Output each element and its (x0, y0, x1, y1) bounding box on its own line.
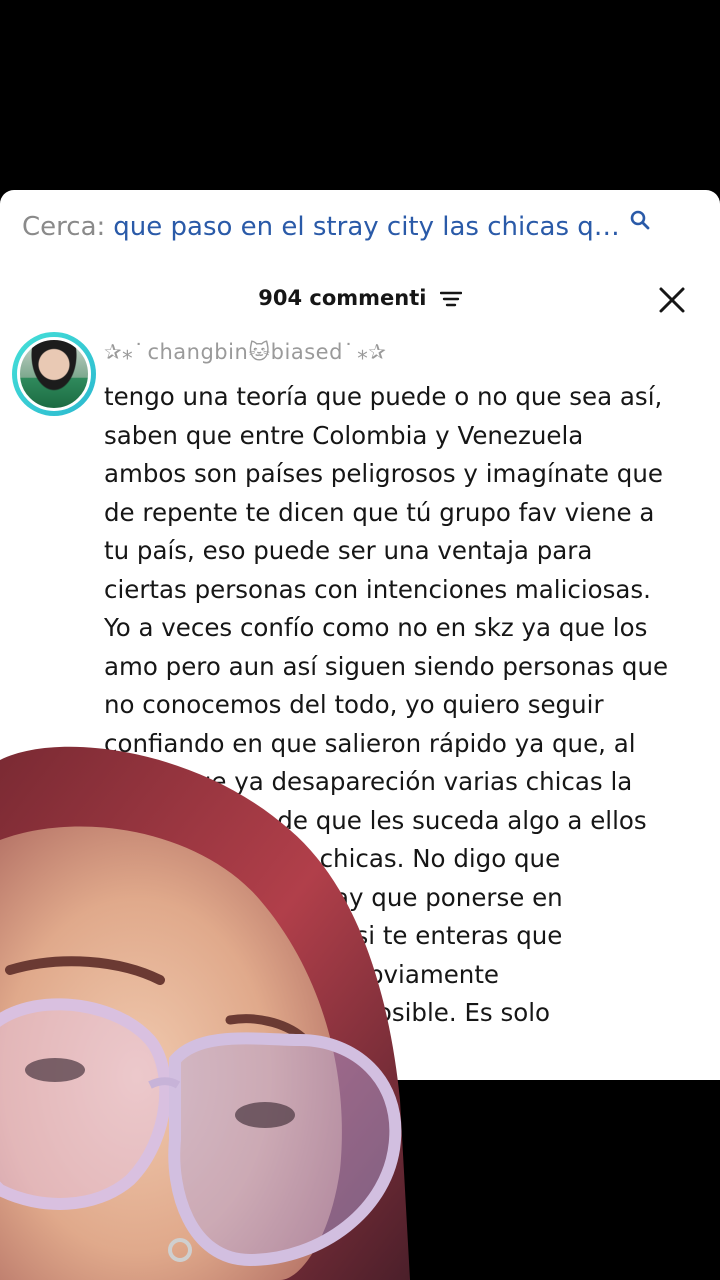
comment-line: ciertas personas con intenciones malicio… (104, 574, 651, 604)
comment-line: Yo a veces confío como no en skz ya que … (104, 613, 648, 642)
comments-count-header[interactable]: 904 commenti (0, 286, 720, 310)
creator-face-overlay (0, 746, 410, 1280)
comment-line: amo pero aun así siguen siendo personas … (104, 651, 669, 681)
comment-line: no conocemos del todo, yo quiero seguir (104, 690, 604, 719)
filter-icon[interactable] (439, 291, 462, 307)
search-query[interactable]: que paso en el stray city las chicas qu.… (113, 212, 623, 242)
comment-line: de repente te dicen que tú grupo fav vie… (104, 497, 655, 527)
comments-count: 904 commenti (258, 286, 427, 310)
comment-username[interactable]: ✰⁎ ͘ changbin🐱biased ͘ ⁎✰ (104, 340, 386, 364)
avatar[interactable] (12, 332, 96, 416)
search-icon[interactable] (629, 209, 651, 231)
search-prefix: Cerca: (22, 212, 106, 242)
comment-line: tu país, eso puede ser una ventaja para (104, 536, 593, 565)
search-suggestion[interactable]: Cerca: que paso en el stray city las chi… (22, 209, 660, 242)
close-icon[interactable] (658, 286, 686, 314)
comment-line: saben que entre Colombia y Venezuela (104, 420, 584, 450)
comment-line: ambos son países peligrosos y imagínate … (104, 459, 663, 488)
comment-line: tengo una teoría que puede o no que sea … (104, 382, 663, 411)
top-black-area (0, 0, 720, 190)
avatar-image (17, 337, 91, 411)
